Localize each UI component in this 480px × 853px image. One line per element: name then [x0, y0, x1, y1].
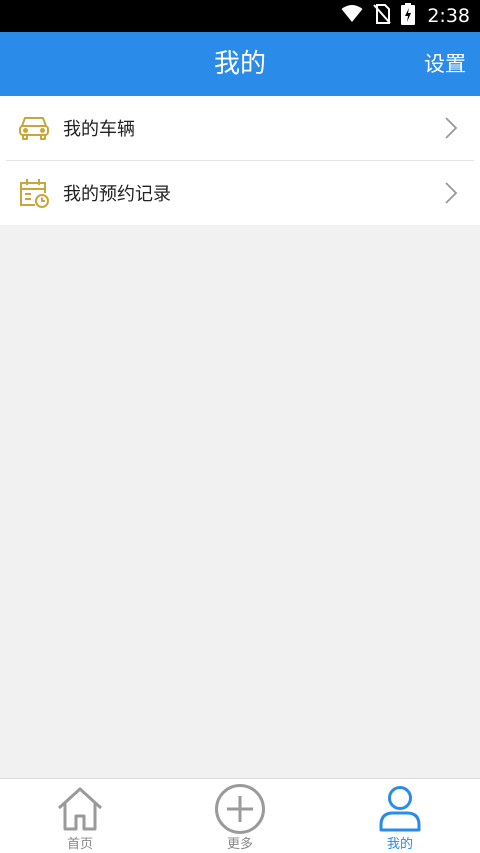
tab-more[interactable]: 更多	[160, 779, 320, 853]
calendar-clock-icon	[18, 177, 50, 209]
battery-charging-icon	[401, 3, 416, 29]
menu-list: 我的车辆 我的预约记录	[0, 96, 480, 225]
status-bar: 2:38	[0, 0, 480, 32]
menu-item-my-vehicles[interactable]: 我的车辆	[0, 96, 480, 160]
status-icons: 2:38	[341, 0, 470, 32]
plus-circle-icon	[214, 783, 266, 835]
page-title: 我的	[213, 49, 266, 79]
tab-label: 更多	[226, 837, 253, 852]
person-icon	[378, 783, 422, 835]
car-icon	[18, 112, 50, 144]
bottom-tab-bar: 首页 更多 我的	[0, 778, 480, 853]
status-time: 2:38	[427, 5, 470, 27]
menu-item-label: 我的预约记录	[63, 184, 171, 205]
tab-label: 我的	[386, 837, 413, 852]
tab-label: 首页	[66, 837, 93, 852]
home-icon	[56, 783, 104, 835]
settings-button[interactable]: 设置	[424, 32, 466, 96]
wifi-icon	[341, 5, 363, 27]
chevron-right-icon	[445, 182, 458, 204]
tab-home[interactable]: 首页	[0, 779, 160, 853]
chevron-right-icon	[445, 117, 458, 139]
no-sim-icon	[373, 4, 392, 28]
menu-item-my-appointments[interactable]: 我的预约记录	[0, 161, 480, 225]
menu-item-label: 我的车辆	[63, 119, 135, 140]
app-header: 我的 设置	[0, 32, 480, 96]
tab-mine[interactable]: 我的	[320, 779, 480, 853]
